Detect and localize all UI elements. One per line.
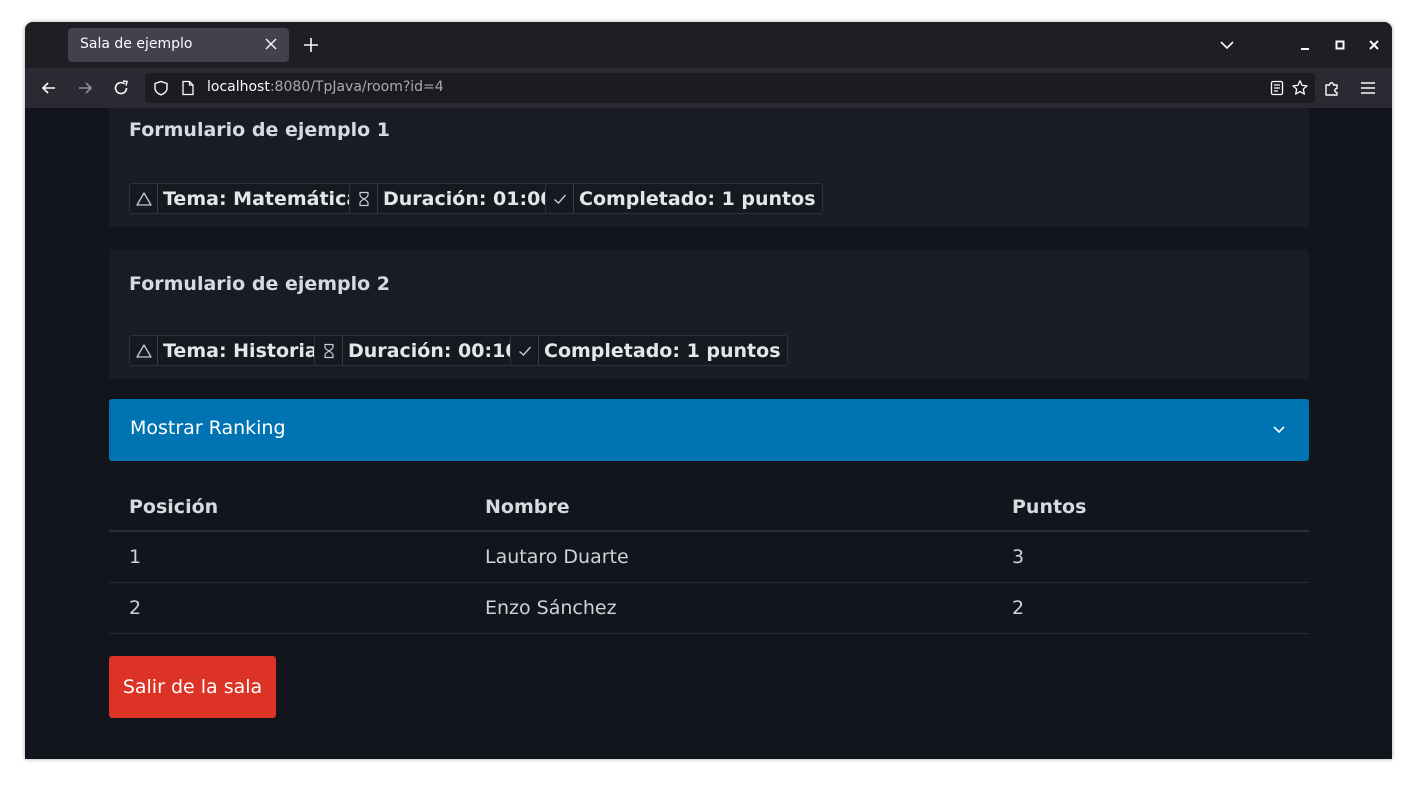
check-icon — [546, 184, 574, 213]
page-content: Formulario de ejemplo 1 Tema: Matemática… — [25, 108, 1392, 759]
hourglass-icon — [315, 336, 343, 365]
column-header-points: Puntos — [992, 483, 1309, 532]
shield-icon[interactable] — [153, 80, 169, 96]
cell-points: 3 — [992, 531, 1309, 583]
duration-tag: Duración: 01:00 — [349, 183, 561, 214]
ranking-table: Posición Nombre Puntos 1 Lautaro Duarte … — [109, 483, 1309, 634]
browser-window: Sala de ejemplo localhost:8080/TpJava/ro… — [25, 22, 1392, 759]
bookmark-star-icon[interactable] — [1291, 79, 1309, 97]
check-icon — [511, 336, 539, 365]
reload-icon[interactable] — [111, 78, 131, 98]
maximize-icon[interactable] — [1332, 37, 1348, 53]
reader-view-icon[interactable] — [1269, 80, 1285, 96]
topic-text: Tema: Historia — [163, 339, 318, 362]
tab-strip: Sala de ejemplo — [25, 22, 1392, 68]
back-arrow-icon[interactable] — [39, 78, 59, 98]
completed-tag: Completado: 1 puntos — [510, 335, 788, 366]
topic-text: Tema: Matemática — [163, 187, 360, 210]
page-icon[interactable] — [181, 80, 195, 96]
form-card: Formulario de ejemplo 1 Tema: Matemática… — [109, 108, 1309, 227]
close-window-icon[interactable] — [1366, 37, 1382, 53]
duration-text: Duración: 01:00 — [383, 187, 554, 210]
address-bar[interactable]: localhost:8080/TpJava/room?id=4 — [145, 73, 1315, 103]
forward-arrow-icon[interactable] — [75, 78, 95, 98]
topic-tag: Tema: Matemática — [129, 183, 367, 214]
column-header-name: Nombre — [465, 483, 992, 532]
new-tab-icon[interactable] — [301, 35, 321, 55]
duration-tag: Duración: 00:10 — [314, 335, 526, 366]
cell-points: 2 — [992, 582, 1309, 634]
hourglass-icon — [350, 184, 378, 213]
form-card: Formulario de ejemplo 2 Tema: Historia D… — [109, 249, 1309, 379]
cell-position: 1 — [109, 531, 465, 583]
close-tab-icon[interactable] — [263, 34, 279, 54]
cell-name: Enzo Sánchez — [465, 582, 992, 634]
leave-room-button[interactable]: Salir de la sala — [109, 656, 276, 718]
hamburger-menu-icon[interactable] — [1358, 78, 1378, 98]
table-row: 1 Lautaro Duarte 3 — [109, 531, 1309, 583]
tab-title: Sala de ejemplo — [80, 36, 193, 52]
ranking-toggle[interactable]: Mostrar Ranking — [109, 399, 1309, 461]
column-header-position: Posición — [109, 483, 465, 532]
form-title: Formulario de ejemplo 1 — [129, 119, 391, 141]
ranking-toggle-label: Mostrar Ranking — [130, 417, 286, 439]
triangle-icon — [130, 336, 158, 365]
minimize-icon[interactable] — [1297, 37, 1313, 53]
list-tabs-icon[interactable] — [1219, 37, 1235, 53]
chevron-down-icon — [1273, 426, 1285, 434]
cell-position: 2 — [109, 582, 465, 634]
completed-tag: Completado: 1 puntos — [545, 183, 823, 214]
table-header-row: Posición Nombre Puntos — [109, 483, 1309, 532]
extensions-icon[interactable] — [1322, 78, 1342, 98]
triangle-icon — [130, 184, 158, 213]
form-title: Formulario de ejemplo 2 — [129, 273, 391, 295]
completed-text: Completado: 1 puntos — [579, 187, 816, 210]
url-text[interactable]: localhost:8080/TpJava/room?id=4 — [207, 79, 444, 95]
topic-tag: Tema: Historia — [129, 335, 325, 366]
duration-text: Duración: 00:10 — [348, 339, 519, 362]
form-details: Tema: Matemática Duración: 01:00 Complet… — [109, 169, 1309, 227]
url-path: :8080/TpJava/room?id=4 — [269, 79, 444, 95]
cell-name: Lautaro Duarte — [465, 531, 992, 583]
navigation-toolbar: localhost:8080/TpJava/room?id=4 — [25, 68, 1392, 108]
tab-active[interactable]: Sala de ejemplo — [68, 28, 289, 62]
table-row: 2 Enzo Sánchez 2 — [109, 582, 1309, 634]
form-details: Tema: Historia Duración: 00:10 Completad… — [109, 321, 1309, 379]
completed-text: Completado: 1 puntos — [544, 339, 781, 362]
url-host: localhost — [207, 79, 270, 95]
